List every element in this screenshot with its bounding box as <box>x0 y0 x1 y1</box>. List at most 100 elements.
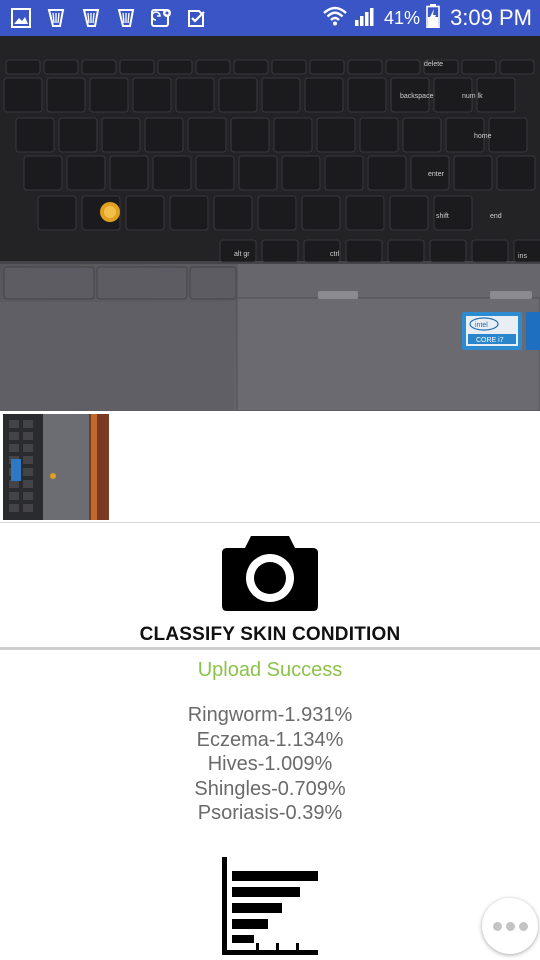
key-cap <box>271 59 307 75</box>
key-label: ctrl <box>330 251 340 258</box>
key-cap <box>238 155 278 191</box>
key-cap <box>257 195 297 231</box>
key-cap <box>461 59 497 75</box>
key-cap <box>175 77 215 113</box>
key-cap <box>496 155 536 191</box>
check-icon <box>183 5 209 31</box>
key-cap <box>402 117 442 153</box>
key-cap <box>429 239 467 263</box>
harp-icon <box>113 5 139 31</box>
key-cap <box>157 59 193 75</box>
key-cap <box>476 77 516 113</box>
result-item: Ringworm-1.931% <box>187 704 353 726</box>
key-label: ins <box>518 253 527 260</box>
key-cap <box>301 195 341 231</box>
key-cap <box>81 59 117 75</box>
system-status: 41% 3:09 PM <box>322 0 532 36</box>
harp-icon <box>78 5 104 31</box>
key-cap <box>169 195 209 231</box>
key-cap <box>66 155 106 191</box>
key-cap <box>119 59 155 75</box>
key-cap <box>144 117 184 153</box>
key-label: home <box>474 133 492 140</box>
key-cap <box>453 155 493 191</box>
photo-thumbnail[interactable] <box>3 414 109 520</box>
signal-icon <box>354 5 378 32</box>
key-cap <box>152 155 192 191</box>
key-cap <box>359 117 399 153</box>
key-label: end <box>490 213 502 220</box>
view-chart-button[interactable] <box>220 857 320 957</box>
clock: 3:09 PM <box>450 5 532 30</box>
key-cap <box>316 117 356 153</box>
key-cap <box>261 239 299 263</box>
bar-chart-icon <box>222 857 318 955</box>
key-cap <box>347 59 383 75</box>
key-cap <box>43 59 79 75</box>
key-cap <box>109 155 149 191</box>
classification-results: Ringworm-1.931% Eczema-1.134% Hives-1.00… <box>0 703 540 826</box>
key-label: enter <box>428 171 445 178</box>
key-label: alt gr <box>234 251 250 258</box>
key-cap <box>304 77 344 113</box>
keyboard-photo: backspace num lk home enter shift end alt gr ct… <box>0 36 540 411</box>
key-cap <box>230 117 270 153</box>
key-cap <box>101 117 141 153</box>
maps-icon <box>148 5 174 31</box>
key-cap <box>23 155 63 191</box>
intel-logo-text: intel <box>475 322 488 329</box>
key-cap <box>58 117 98 153</box>
captured-photo: backspace num lk home enter shift end alt gr ct… <box>0 36 540 411</box>
image-icon <box>8 5 34 31</box>
key-cap <box>15 117 55 153</box>
more-options-button[interactable] <box>482 898 538 954</box>
key-cap <box>125 195 165 231</box>
key-cap <box>46 77 86 113</box>
battery-percent: 41% <box>384 7 421 28</box>
core-i7-text: CORE i7 <box>476 337 504 344</box>
key-cap <box>195 155 235 191</box>
key-cap <box>218 77 258 113</box>
key-cap <box>345 239 383 263</box>
key-cap <box>389 195 429 231</box>
more-dots-icon <box>492 921 502 931</box>
upload-status-text: Upload Success <box>197 659 343 681</box>
key-label: num lk <box>462 93 483 100</box>
key-cap <box>471 239 509 263</box>
result-item: Eczema-1.134% <box>196 728 344 751</box>
divider <box>0 522 540 523</box>
key-cap <box>5 59 41 75</box>
key-cap <box>273 117 313 153</box>
more-dots-icon <box>505 921 515 931</box>
key-cap <box>385 59 421 75</box>
key-cap <box>132 77 172 113</box>
key-cap <box>37 195 77 231</box>
result-item: Psoriasis-0.39% <box>197 802 343 824</box>
battery-charging-icon <box>426 3 440 33</box>
key-cap <box>195 59 231 75</box>
key-cap <box>213 195 253 231</box>
key-cap <box>367 155 407 191</box>
key-cap <box>281 155 321 191</box>
result-item: Hives-1.009% <box>207 753 333 775</box>
key-cap <box>347 77 387 113</box>
thumbnail-image <box>3 414 109 520</box>
key-label: backspace <box>400 93 434 100</box>
key-label: delete <box>424 61 443 68</box>
notification-icons <box>8 5 209 31</box>
wifi-icon <box>322 5 348 32</box>
key-cap <box>3 77 43 113</box>
divider <box>0 647 540 650</box>
status-bar: 41% 3:09 PM <box>0 0 540 36</box>
classify-button-label: CLASSIFY SKIN CONDITION <box>139 624 401 645</box>
key-cap <box>488 117 528 153</box>
key-cap <box>499 59 535 75</box>
key-cap <box>324 155 364 191</box>
key-cap <box>387 239 425 263</box>
classify-skin-condition-button[interactable]: CLASSIFY SKIN CONDITION <box>0 524 540 648</box>
result-item: Shingles-0.709% <box>194 777 346 800</box>
key-cap <box>345 195 385 231</box>
key-cap <box>261 77 301 113</box>
key-cap <box>187 117 227 153</box>
harp-icon <box>43 5 69 31</box>
